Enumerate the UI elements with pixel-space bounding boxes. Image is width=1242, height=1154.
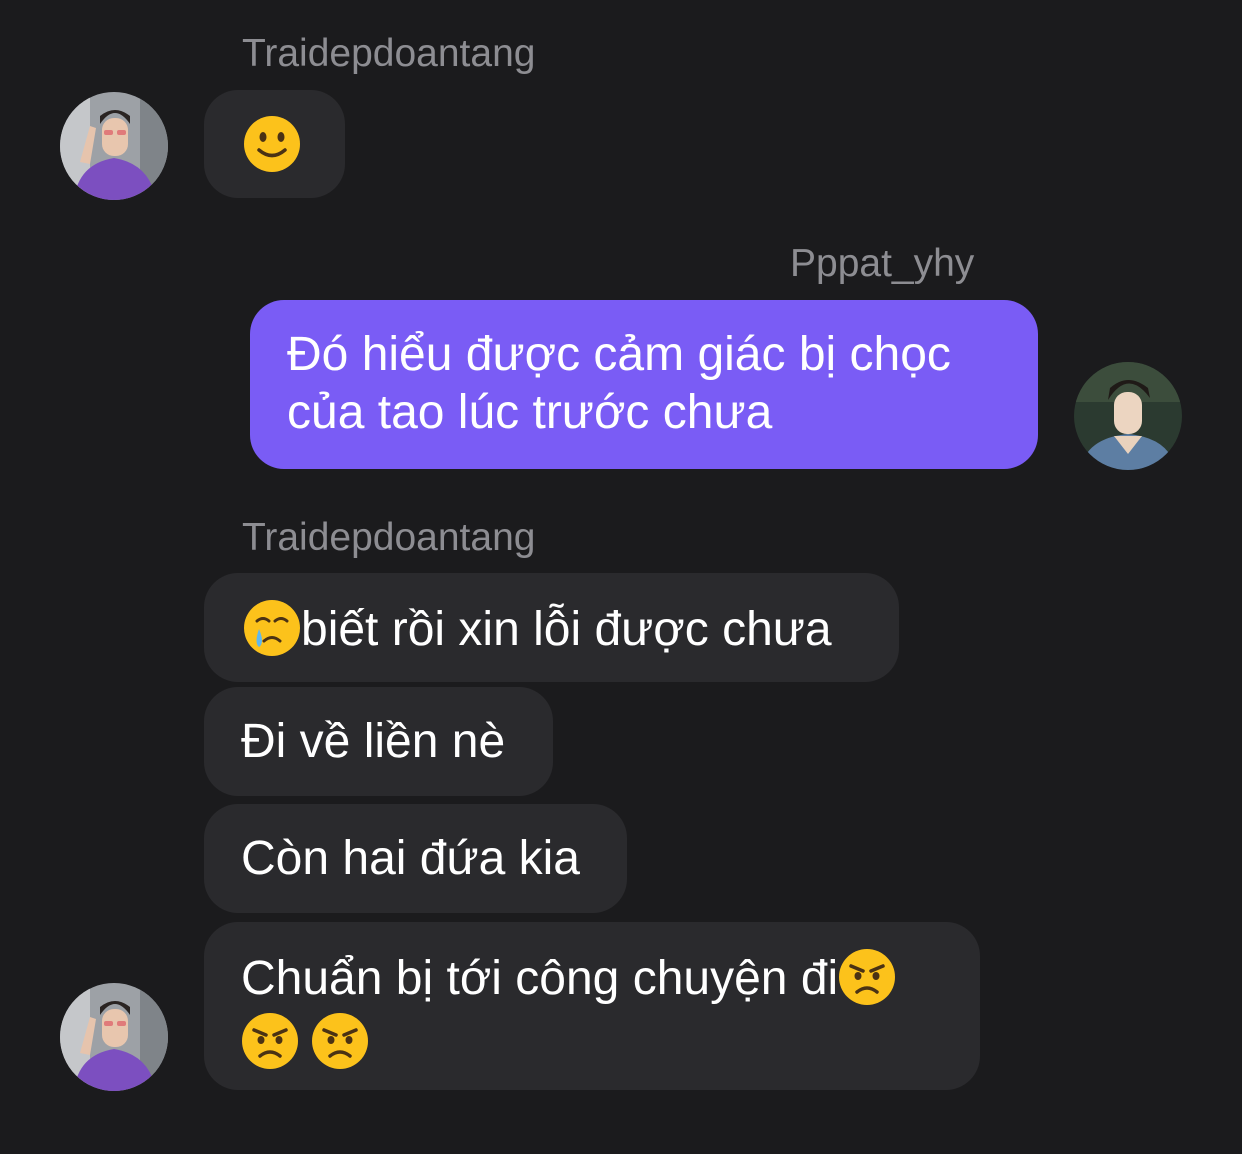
message-text: Đi về liền nè	[241, 715, 506, 768]
angry-face-icon	[311, 1012, 369, 1070]
avatar[interactable]	[1074, 362, 1182, 470]
message-bubble[interactable]: Còn hai đứa kia	[204, 804, 627, 913]
message-bubble[interactable]: Chuẩn bị tới công chuyện đi	[204, 922, 980, 1090]
message-text: biết rồi xin lỗi được chưa	[301, 603, 832, 656]
message-bubble-outgoing[interactable]: Đó hiểu được cảm giác bị chọc của tao lú…	[250, 300, 1038, 469]
sender-name: Traidepdoantang	[242, 516, 536, 559]
message-text: Đó hiểu được cảm giác bị chọc	[287, 328, 951, 381]
angry-face-icon	[241, 1012, 299, 1070]
slightly-smiling-face-icon	[243, 115, 301, 173]
message-text: của tao lúc trước chưa	[287, 386, 773, 439]
message-bubble[interactable]	[204, 90, 345, 198]
message-text: Chuẩn bị tới công chuyện đi	[241, 952, 839, 1005]
avatar-photo-purple-shirt	[60, 92, 168, 200]
sender-name: Traidepdoantang	[242, 32, 536, 75]
avatar[interactable]	[60, 983, 168, 1091]
sender-name: Pppat_yhy	[790, 242, 975, 285]
face-holding-back-tears-icon	[243, 599, 301, 657]
avatar-photo-purple-shirt	[60, 983, 168, 1091]
angry-face-icon	[838, 948, 896, 1006]
message-text: Còn hai đứa kia	[241, 832, 580, 885]
avatar-photo-denim-jacket	[1074, 362, 1182, 470]
message-bubble[interactable]: Đi về liền nè	[204, 687, 553, 796]
message-bubble[interactable]: biết rồi xin lỗi được chưa	[204, 573, 899, 682]
avatar[interactable]	[60, 92, 168, 200]
